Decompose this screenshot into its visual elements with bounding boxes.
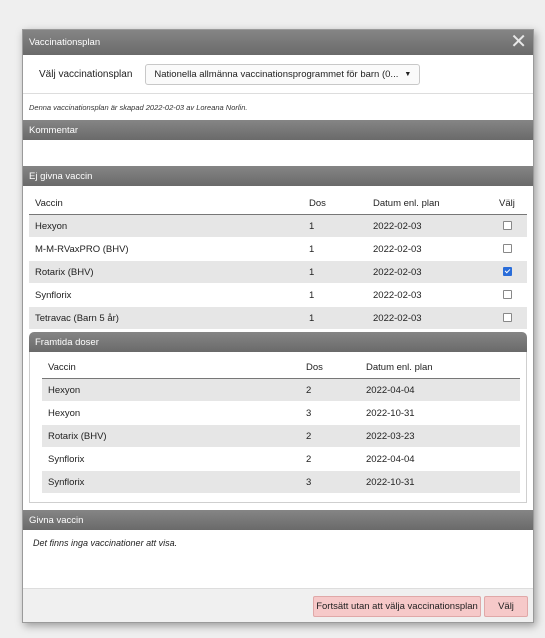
table-row: Synflorix 3 2022-10-31 [42, 470, 520, 494]
table-row: Hexyon 1 2022-02-03 [29, 214, 527, 238]
dose: 2 [306, 424, 366, 448]
col-header-select: Välj [499, 192, 527, 215]
select-checkbox[interactable] [503, 244, 512, 254]
table-row: Synflorix 1 2022-02-03 [29, 283, 527, 307]
table-row: Synflorix 2 2022-04-04 [42, 447, 520, 471]
comment-section-header: Kommentar [23, 120, 533, 140]
not-given-section-title: Ej givna vaccin [29, 170, 93, 182]
dose: 2 [306, 447, 366, 471]
not-given-table: Vaccin Dos Datum enl. plan Välj Hexyon 1… [29, 192, 527, 330]
select-button[interactable]: Välj [484, 596, 528, 617]
vaccination-plan-dialog: Vaccinationsplan ✕ Välj vaccinationsplan… [22, 29, 534, 623]
created-note: Denna vaccinationsplan är skapad 2022-02… [29, 103, 248, 112]
col-header-dose: Dos [309, 192, 373, 215]
vaccine-name: Rotarix (BHV) [29, 260, 309, 284]
dose: 1 [309, 237, 373, 261]
vaccine-name: M-M-RVaxPRO (BHV) [29, 237, 309, 261]
dose: 3 [306, 401, 366, 425]
table-row: M-M-RVaxPRO (BHV) 1 2022-02-03 [29, 237, 527, 261]
table-row: Rotarix (BHV) 1 2022-02-03 [29, 260, 527, 284]
col-header-vaccine: Vaccin [29, 192, 309, 215]
comment-section-title: Kommentar [29, 124, 79, 136]
plan-dropdown[interactable]: Nationella allmänna vaccinationsprogramm… [145, 63, 421, 85]
table-row: Rotarix (BHV) 2 2022-03-23 [42, 424, 520, 448]
select-checkbox[interactable] [503, 267, 512, 277]
plan-date: 2022-02-03 [373, 237, 499, 261]
col-header-date: Datum enl. plan [373, 192, 499, 215]
future-doses-table: Vaccin Dos Datum enl. plan Hexyon 2 2022… [42, 356, 520, 494]
plan-label: Välj vaccinationsplan [39, 68, 133, 80]
given-section-header: Givna vaccin [23, 510, 533, 530]
plan-select-row: Välj vaccinationsplan Nationella allmänn… [23, 55, 533, 94]
table-row: Hexyon 2 2022-04-04 [42, 378, 520, 402]
dose: 3 [306, 470, 366, 494]
dose: 1 [309, 260, 373, 284]
dose: 1 [309, 283, 373, 307]
plan-date: 2022-02-03 [373, 214, 499, 238]
dose: 2 [306, 378, 366, 402]
vaccine-name: Rotarix (BHV) [42, 424, 306, 448]
plan-date: 2022-02-03 [373, 306, 499, 330]
plan-date: 2022-02-03 [373, 283, 499, 307]
plan-date: 2022-10-31 [366, 470, 520, 494]
dialog-footer: Fortsätt utan att välja vaccinationsplan… [23, 588, 533, 622]
col-header-date: Datum enl. plan [366, 356, 520, 379]
future-doses-panel: Framtida doser Vaccin Dos Datum enl. pla… [29, 332, 527, 503]
plan-date: 2022-02-03 [373, 260, 499, 284]
select-checkbox[interactable] [503, 290, 512, 300]
dialog-title: Vaccinationsplan [29, 37, 101, 48]
vaccine-name: Synflorix [29, 283, 309, 307]
table-row: Hexyon 3 2022-10-31 [42, 401, 520, 425]
given-empty-message: Det finns inga vaccinationer att visa. [33, 538, 178, 548]
future-doses-title: Framtida doser [35, 336, 99, 348]
dialog-title-bar: Vaccinationsplan ✕ [23, 30, 533, 55]
plan-date: 2022-04-04 [366, 378, 520, 402]
vaccine-name: Tetravac (Barn 5 år) [29, 306, 309, 330]
vaccine-name: Hexyon [42, 401, 306, 425]
dose: 1 [309, 306, 373, 330]
comment-area[interactable] [23, 140, 533, 166]
vaccine-name: Synflorix [42, 470, 306, 494]
col-header-dose: Dos [306, 356, 366, 379]
col-header-vaccine: Vaccin [42, 356, 306, 379]
not-given-section-header: Ej givna vaccin [23, 166, 533, 186]
given-section-title: Givna vaccin [29, 514, 84, 526]
select-checkbox[interactable] [503, 313, 512, 323]
table-row: Tetravac (Barn 5 år) 1 2022-02-03 [29, 306, 527, 330]
caret-down-icon: ▼ [404, 70, 412, 78]
select-checkbox[interactable] [503, 221, 512, 231]
close-icon[interactable]: ✕ [510, 31, 527, 53]
plan-date: 2022-03-23 [366, 424, 520, 448]
plan-date: 2022-04-04 [366, 447, 520, 471]
plan-selected-value: Nationella allmänna vaccinationsprogramm… [154, 68, 399, 80]
future-doses-body: Vaccin Dos Datum enl. plan Hexyon 2 2022… [29, 352, 527, 503]
plan-date: 2022-10-31 [366, 401, 520, 425]
vaccine-name: Hexyon [42, 378, 306, 402]
not-given-body: Vaccin Dos Datum enl. plan Välj Hexyon 1… [23, 186, 533, 503]
continue-without-plan-button[interactable]: Fortsätt utan att välja vaccinationsplan [313, 596, 481, 617]
dose: 1 [309, 214, 373, 238]
vaccine-name: Hexyon [29, 214, 309, 238]
future-doses-header: Framtida doser [29, 332, 527, 352]
vaccine-name: Synflorix [42, 447, 306, 471]
